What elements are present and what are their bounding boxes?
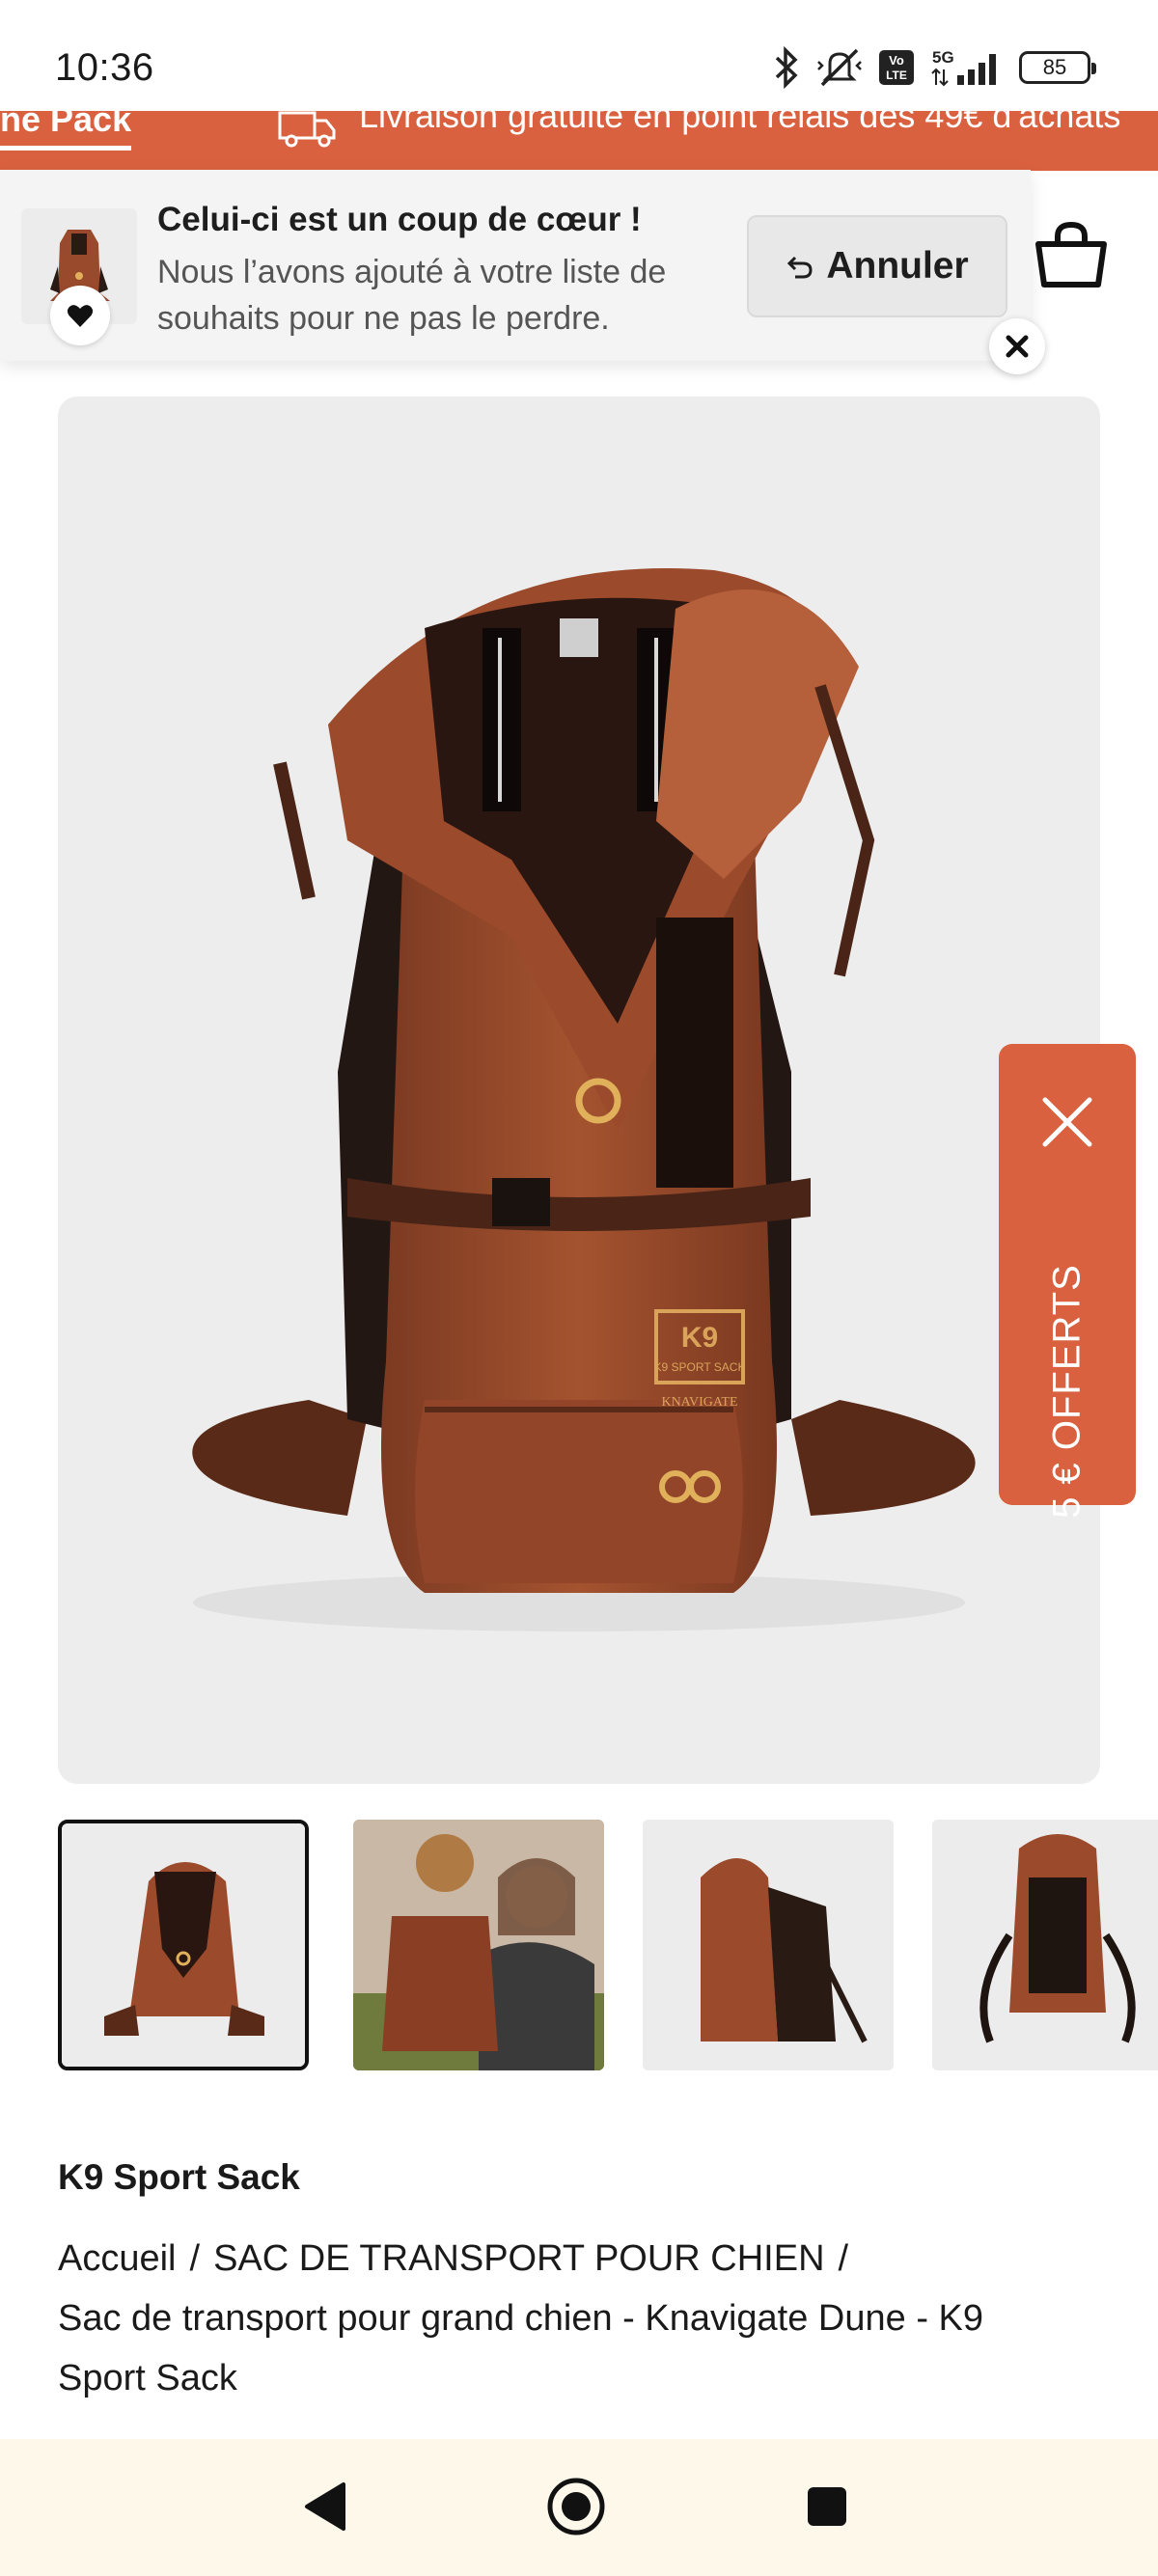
backpack-illustration: K9 K9 SPORT SACK KNAVIGATE — [192, 568, 976, 1631]
offer-tab[interactable]: 5 € OFFERTS — [999, 1044, 1136, 1519]
thumbnail-2[interactable] — [353, 1820, 604, 2070]
undo-label: Annuler — [826, 245, 969, 287]
breadcrumb-separator: / — [838, 2238, 849, 2279]
thumbnail-back-image — [932, 1820, 1158, 2070]
battery-level: 85 — [1042, 55, 1067, 79]
thumbnail-4[interactable] — [932, 1820, 1158, 2070]
status-icons: Vo LTE 5G 85 — [772, 42, 1096, 93]
breadcrumb-current: Sac de transport pour grand chien - Knav… — [58, 2298, 984, 2398]
close-icon — [1006, 335, 1029, 358]
volte-icon: Vo LTE — [879, 50, 914, 85]
breadcrumb-separator: / — [189, 2238, 201, 2279]
svg-text:5G: 5G — [932, 48, 954, 67]
breadcrumb: Accueil / SAC DE TRANSPORT POUR CHIEN / Sac… — [58, 2229, 1081, 2408]
thumbnail-3[interactable] — [643, 1820, 894, 2070]
offer-close-icon[interactable] — [1037, 1092, 1097, 1152]
status-bar: 10:36 Vo LTE 5G 85 — [0, 0, 1158, 111]
nav-home-button[interactable] — [538, 2468, 615, 2545]
toast-title: Celui-ci est un coup de cœur ! — [157, 201, 642, 238]
recents-icon — [808, 2487, 846, 2526]
mute-vibrate-icon — [817, 48, 862, 87]
product-image-label: K9 SPORT SACK — [654, 1360, 746, 1374]
delivery-truck-icon — [278, 111, 336, 148]
promo-text: Livraison gratuite en point relais dès 4… — [359, 111, 1121, 135]
heart-icon — [50, 286, 110, 345]
system-nav-bar — [0, 2439, 1158, 2576]
thumbnail-lifestyle-image — [353, 1820, 604, 2070]
status-time: 10:36 — [55, 46, 154, 89]
bluetooth-icon — [775, 46, 798, 89]
toast-close-button[interactable] — [989, 318, 1045, 374]
shopping-bag-icon — [1035, 221, 1107, 288]
toast-message: Nous l’avons ajouté à votre liste de sou… — [157, 254, 667, 337]
product-main-image[interactable]: K9 K9 SPORT SACK KNAVIGATE — [58, 397, 1100, 1784]
product-image-sub-label: KNAVIGATE — [661, 1395, 737, 1410]
breadcrumb-home[interactable]: Accueil — [58, 2238, 177, 2279]
promo-tab-label[interactable]: ne Pack — [0, 111, 132, 151]
svg-text:Vo: Vo — [889, 53, 904, 68]
thumbnail-front-image — [62, 1823, 305, 2067]
undo-button[interactable]: Annuler — [747, 215, 1007, 317]
wishlist-toast: Celui-ci est un coup de cœur ! Nous l’av… — [0, 170, 1045, 374]
product-brand[interactable]: K9 Sport Sack — [58, 2157, 300, 2198]
nav-back-button[interactable] — [287, 2468, 364, 2545]
promo-banner[interactable]: ne Pack Livraison gratuite en point rela… — [0, 111, 1158, 171]
home-icon — [547, 2478, 605, 2535]
thumbnail-1[interactable] — [58, 1820, 309, 2070]
thumbnail-side-image — [643, 1820, 894, 2070]
breadcrumb-category[interactable]: SAC DE TRANSPORT POUR CHIEN — [213, 2238, 824, 2279]
5g-signal-icon: 5G — [931, 48, 996, 87]
svg-text:LTE: LTE — [886, 69, 907, 82]
nav-recents-button[interactable] — [788, 2468, 866, 2545]
battery-icon: 85 — [1019, 51, 1096, 84]
undo-icon — [787, 256, 813, 279]
offer-label[interactable]: 5 € OFFERTS — [1046, 1264, 1089, 1519]
cart-button[interactable] — [1033, 217, 1110, 294]
svg-text:K9: K9 — [681, 1322, 718, 1354]
back-icon — [305, 2482, 345, 2531]
